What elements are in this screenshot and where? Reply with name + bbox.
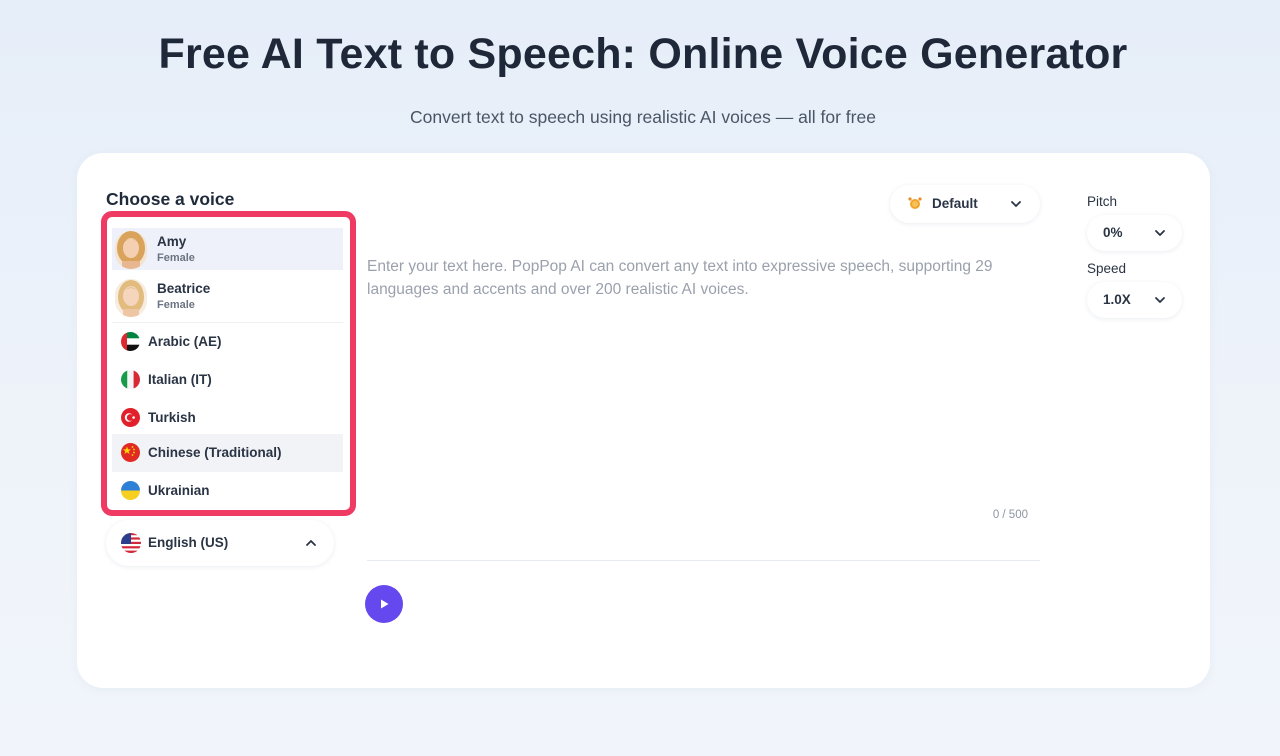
style-emoji-icon [907, 195, 923, 214]
voice-option-amy[interactable]: Amy Female [112, 228, 343, 270]
language-selector[interactable]: English (US) [106, 520, 334, 566]
voice-name: Amy [157, 234, 187, 249]
editor-divider [367, 560, 1040, 561]
speed-select[interactable]: 1.0X [1087, 282, 1182, 318]
play-icon [377, 597, 391, 611]
flag-italy-icon [121, 370, 140, 389]
pitch-value: 0% [1103, 225, 1123, 240]
selected-language-label: English (US) [148, 535, 229, 550]
amy-avatar [115, 231, 147, 269]
language-option-ukrainian[interactable]: Ukrainian [112, 474, 343, 506]
speed-label: Speed [1087, 261, 1127, 276]
voice-option-beatrice[interactable]: Beatrice Female [112, 275, 343, 321]
language-name: Turkish [148, 410, 196, 425]
language-name: Italian (IT) [148, 372, 212, 387]
flag-china-icon [121, 443, 140, 462]
pitch-select[interactable]: 0% [1087, 215, 1182, 251]
page-title: Free AI Text to Speech: Online Voice Gen… [158, 30, 1128, 78]
language-option-arabic[interactable]: Arabic (AE) [112, 324, 343, 360]
flag-ukraine-icon [121, 481, 140, 500]
flag-usa-icon [121, 533, 141, 553]
chevron-up-icon [304, 536, 318, 555]
chevron-down-icon [1009, 197, 1023, 216]
pitch-label: Pitch [1087, 194, 1118, 209]
chevron-down-icon [1153, 226, 1167, 245]
choose-voice-heading: Choose a voice [106, 189, 235, 209]
language-name: Chinese (Traditional) [148, 445, 282, 460]
chevron-down-icon [1153, 293, 1167, 312]
voice-style-dropdown[interactable]: Default [890, 185, 1040, 223]
flag-uae-icon [121, 332, 140, 351]
flag-turkey-icon [121, 408, 140, 427]
character-count: 0 / 500 [992, 509, 1028, 521]
style-label: Default [932, 196, 978, 211]
language-option-turkish[interactable]: Turkish [112, 400, 343, 436]
language-name: Arabic (AE) [148, 334, 222, 349]
list-divider [112, 322, 343, 323]
play-button[interactable] [365, 585, 403, 623]
page-subtitle: Convert text to speech using realistic A… [410, 107, 876, 127]
voice-dropdown-list[interactable]: Amy Female Beatrice Female Arabic (AE) I… [112, 222, 345, 506]
beatrice-avatar [115, 279, 147, 317]
voice-gender: Female [157, 299, 195, 311]
text-input[interactable] [367, 255, 1037, 485]
language-name: Ukrainian [148, 483, 210, 498]
language-option-italian[interactable]: Italian (IT) [112, 362, 343, 398]
speed-value: 1.0X [1103, 292, 1131, 307]
voice-name: Beatrice [157, 281, 211, 296]
voice-gender: Female [157, 252, 195, 264]
language-option-chinese-traditional[interactable]: Chinese (Traditional) [112, 434, 343, 472]
